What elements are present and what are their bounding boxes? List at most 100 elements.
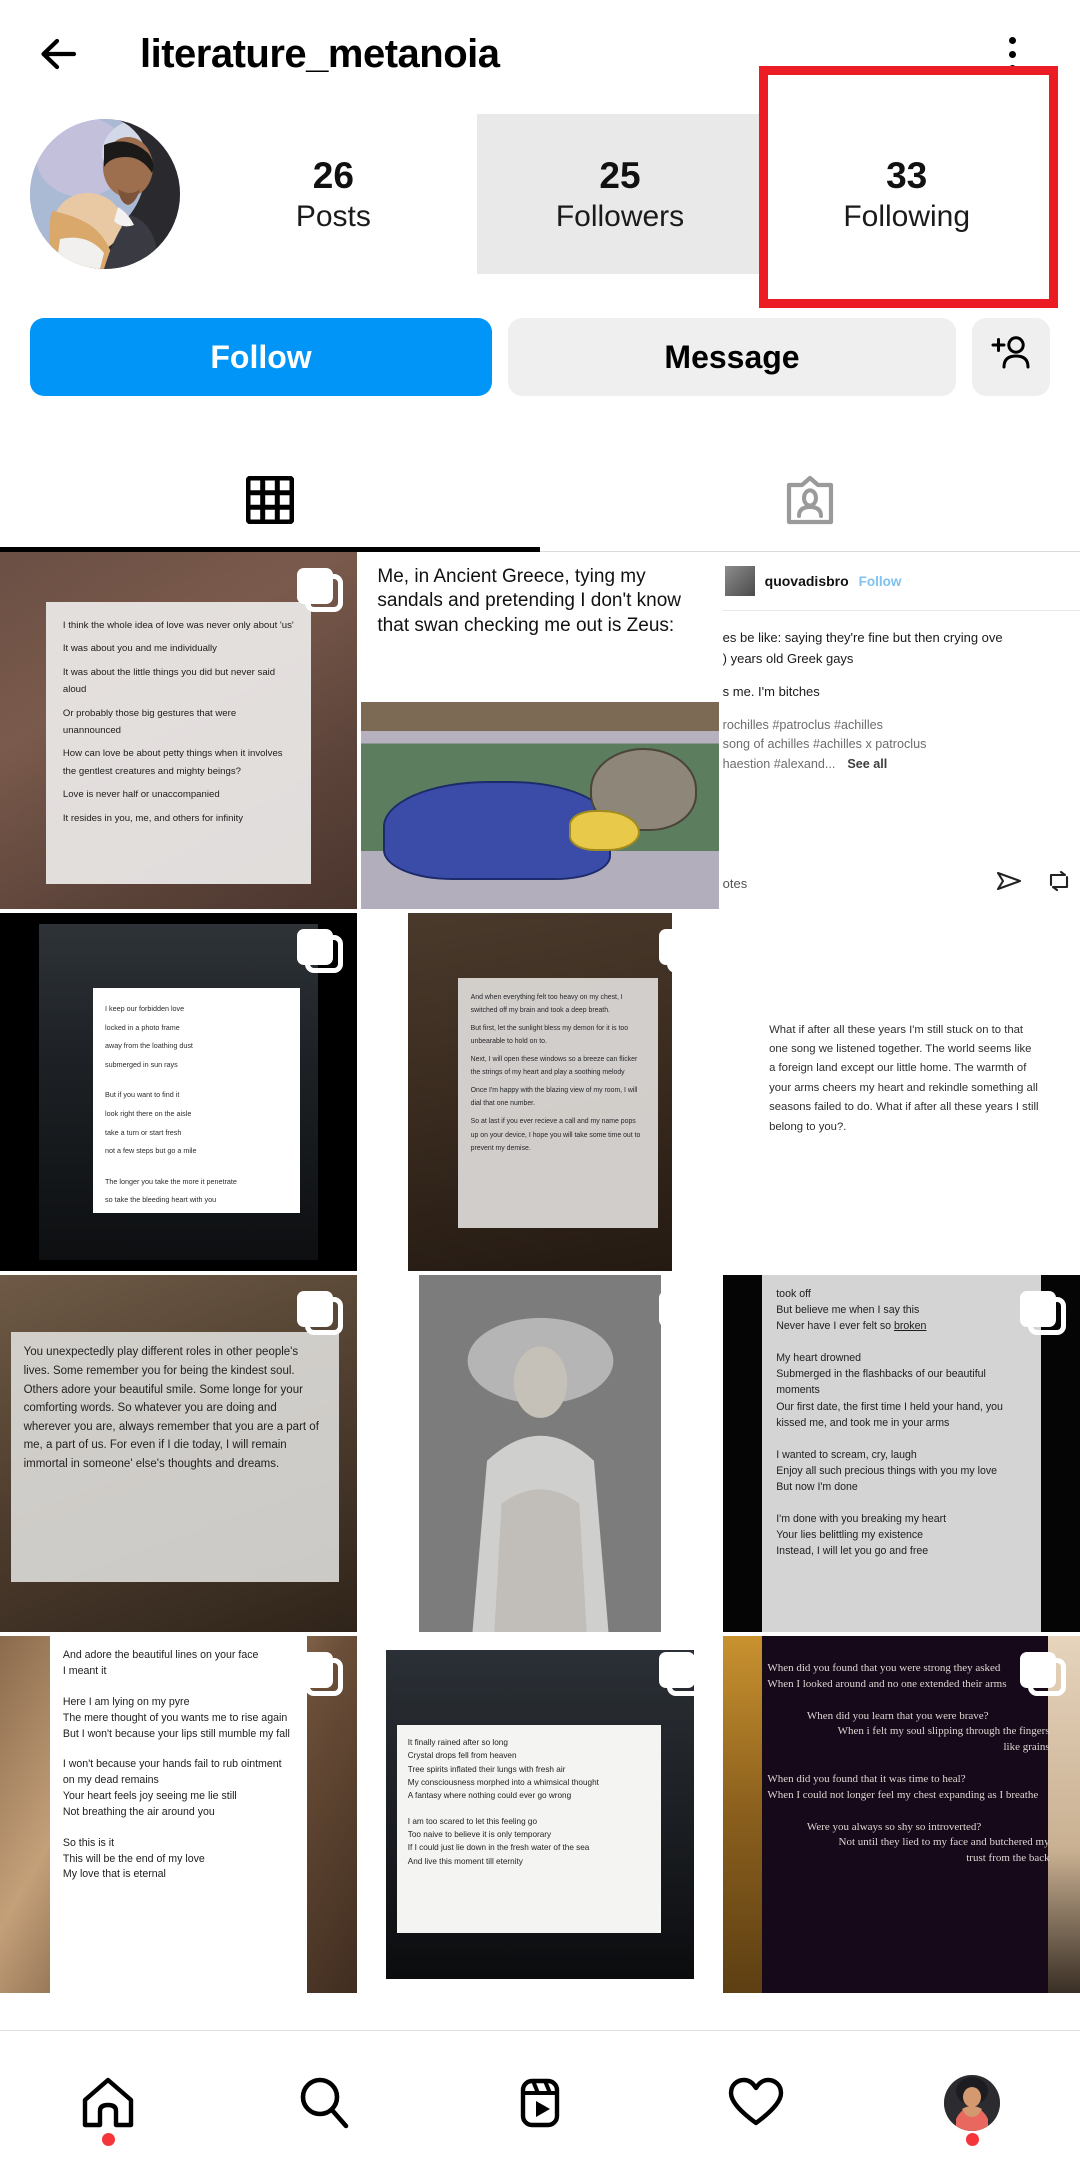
post-tile[interactable]: It finally rained after so long Crystal … <box>361 1636 719 1994</box>
page-title: literature_metanoia <box>140 31 500 76</box>
share-arrow-icon[interactable] <box>996 870 1022 897</box>
post-line: look right there on the aisle <box>105 1108 192 1118</box>
see-all-link[interactable]: See all <box>847 755 887 775</box>
post-line: take a turn or start fresh <box>105 1127 182 1137</box>
post-line: The mere thought of you wants me to rise… <box>62 1711 288 1724</box>
post-line: submerged in sun rays <box>105 1059 178 1069</box>
profile-tab[interactable] <box>864 2031 1080 2174</box>
search-tab[interactable] <box>216 2031 432 2174</box>
posts-count: 26 <box>312 154 354 196</box>
following-label: Following <box>843 199 971 233</box>
post-line: And live this moment till eternity <box>407 1856 523 1866</box>
post-tile[interactable]: You unexpectedly play different roles in… <box>0 1274 358 1633</box>
post-paragraph: Once I'm happy with the blazing view of … <box>470 1087 638 1108</box>
app-header: literature_metanoia <box>0 0 1080 108</box>
post-line: took off <box>776 1288 811 1301</box>
post-tile[interactable]: And when everything felt too heavy on my… <box>361 913 719 1271</box>
post-line: Or probably those big gestures that were… <box>62 707 237 737</box>
profile-actions: Follow Message <box>0 318 1080 396</box>
post-line: When i felt my soul slipping through the… <box>837 1725 1050 1753</box>
post-tile[interactable]: Me, in Ancient Greece, tying my sandals … <box>361 552 719 910</box>
post-paragraph: Next, I will open these windows so a bre… <box>470 1055 638 1077</box>
post-tile[interactable]: took off But believe me when I say this … <box>722 1274 1080 1633</box>
post-line: I think the whole idea of love was never… <box>62 620 294 632</box>
profile-avatar-icon <box>944 2074 1000 2131</box>
reblog-icon[interactable] <box>1046 870 1072 897</box>
post-tile[interactable]: I think the whole idea of love was never… <box>0 552 358 910</box>
reels-tab[interactable] <box>432 2031 648 2174</box>
post-line: away from the loathing dust <box>105 1041 193 1051</box>
post-line: Your heart feels joy seeing me lie still <box>62 1790 237 1803</box>
post-line: I wanted to scream, cry, laugh <box>776 1448 917 1461</box>
notification-dot <box>965 2133 979 2146</box>
kebab-dot <box>1008 50 1016 58</box>
tumblr-avatar-icon <box>724 566 755 596</box>
post-tile[interactable]: When did you found that you were strong … <box>722 1636 1080 1994</box>
post-line: I keep our forbidden love <box>105 1003 185 1013</box>
avatar[interactable] <box>30 119 180 269</box>
post-tile[interactable]: And adore the beautiful lines on your fa… <box>0 1636 358 1994</box>
tab-tagged[interactable] <box>540 448 1080 551</box>
post-paragraph: And when everything felt too heavy on my… <box>470 993 623 1014</box>
activity-tab[interactable] <box>648 2031 864 2174</box>
post-line: When I could not longer feel my chest ex… <box>767 1788 1039 1801</box>
post-line: How can love be about petty things when … <box>62 748 283 777</box>
post-line: When I looked around and no one extended… <box>767 1677 1007 1690</box>
tumblr-username: quovadisbro <box>764 573 849 589</box>
post-line: The longer you take the more it penetrat… <box>105 1176 237 1186</box>
post-tile[interactable]: I keep our forbidden love locked in a ph… <box>0 913 358 1271</box>
meme-caption: Me, in Ancient Greece, tying my sandals … <box>361 552 719 703</box>
post-line: find me in the deepest forest <box>105 1210 288 1213</box>
follow-button[interactable]: Follow <box>30 318 492 396</box>
post-line: A fantasy where nothing could ever go wr… <box>407 1791 572 1801</box>
heart-icon <box>727 2075 785 2131</box>
tumblr-tag-line: rochilles #patroclus #achilles <box>722 717 883 732</box>
post-line: When did you found that it was time to h… <box>767 1773 966 1786</box>
search-icon <box>296 2075 352 2131</box>
instagram-profile-screen: literature_metanoia 26 Posts 25 Follower… <box>0 0 1080 2174</box>
post-text-card: took off But believe me when I say this … <box>761 1274 1041 1633</box>
post-line: It finally rained after so long <box>407 1738 508 1748</box>
post-line: When did you found that you were strong … <box>767 1662 1001 1675</box>
add-person-icon <box>989 331 1033 383</box>
tumblr-tags: rochilles #patroclus #achilles song of a… <box>723 716 1080 775</box>
home-tab[interactable] <box>0 2031 216 2174</box>
post-line: Submerged in the flashbacks of our beaut… <box>776 1368 986 1397</box>
post-text-card: When did you found that you were strong … <box>758 1654 1058 1983</box>
post-line: And adore the beautiful lines on your fa… <box>62 1649 259 1662</box>
post-tile[interactable]: What if after all these years I'm still … <box>722 913 1080 1271</box>
post-line: Your lies belittling my existence <box>776 1528 924 1541</box>
post-line: locked in a photo frame <box>105 1022 180 1032</box>
back-arrow-icon[interactable] <box>30 23 92 85</box>
post-line: It resides in you, me, and others for in… <box>62 812 244 824</box>
post-text: What if after all these years I'm still … <box>769 1023 1039 1133</box>
post-line: Were you always so shy so introverted? <box>806 1820 982 1833</box>
stat-following[interactable]: 33 Following <box>759 66 1058 308</box>
tab-grid[interactable] <box>0 448 540 552</box>
tumblr-line: es be like: saying they're fine but then… <box>722 630 1003 645</box>
post-text-card: I think the whole idea of love was never… <box>46 602 311 885</box>
tumblr-notes: otes <box>722 876 748 892</box>
kebab-menu-icon[interactable] <box>984 26 1040 82</box>
post-line: not a few steps but go a mile <box>105 1146 197 1156</box>
tumblr-follow-link[interactable]: Follow <box>859 574 902 589</box>
tumblr-line: ) years old Greek gays <box>722 650 854 666</box>
post-tile[interactable] <box>361 1274 719 1633</box>
post-text-card: You unexpectedly play different roles in… <box>10 1331 340 1582</box>
add-person-button[interactable] <box>972 318 1050 396</box>
post-line: Enjoy all such precious things with you … <box>776 1464 998 1477</box>
stat-followers[interactable]: 25 Followers <box>476 114 764 274</box>
post-background <box>418 1274 662 1633</box>
post-line: Tree spirits inflated their lungs with f… <box>407 1764 566 1774</box>
notification-dot <box>101 2133 115 2146</box>
post-text-card: And adore the beautiful lines on your fa… <box>50 1636 308 1994</box>
post-tile[interactable]: quovadisbro Follow es be like: saying th… <box>722 552 1080 910</box>
post-line: Love is never half or unaccompanied <box>62 789 220 801</box>
underlined-word: broken <box>894 1320 927 1333</box>
message-button[interactable]: Message <box>508 318 956 396</box>
post-line: If I could just lie down in the fresh wa… <box>407 1843 590 1853</box>
home-icon <box>80 2075 136 2131</box>
post-line: Our first date, the first time I held yo… <box>776 1400 1003 1429</box>
stat-posts[interactable]: 26 Posts <box>190 114 477 274</box>
post-text-card: I keep our forbidden love locked in a ph… <box>92 988 301 1214</box>
